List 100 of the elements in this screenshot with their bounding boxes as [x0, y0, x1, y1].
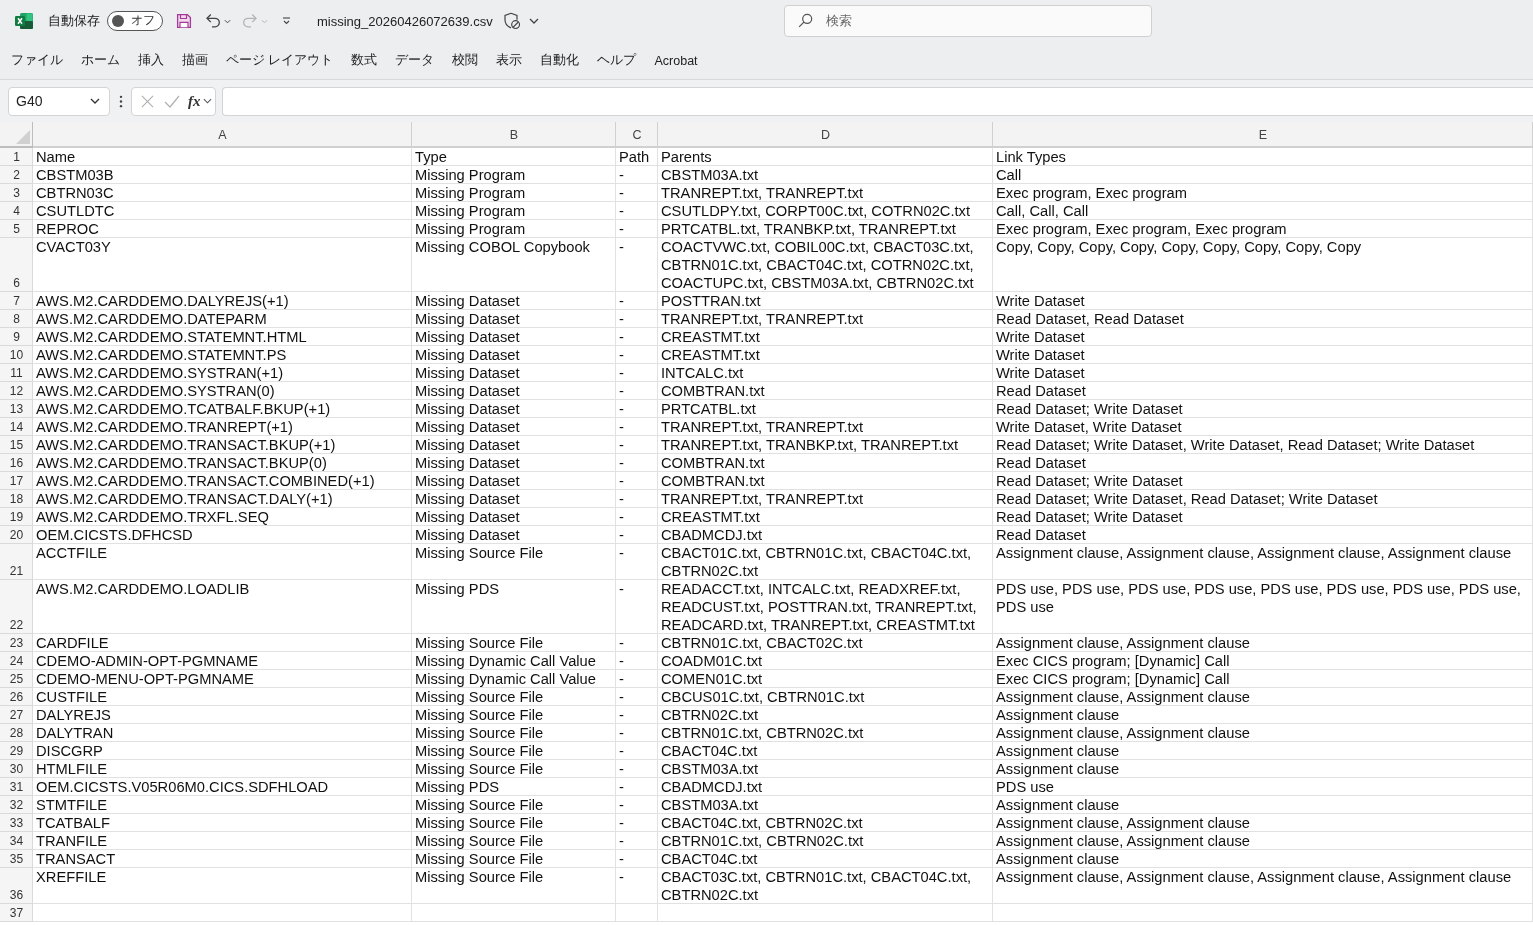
row-header[interactable]: 14	[0, 418, 33, 436]
row-header[interactable]: 17	[0, 472, 33, 490]
row-header[interactable]: 24	[0, 652, 33, 670]
row-header[interactable]: 25	[0, 670, 33, 688]
table-cell: Missing Source File	[412, 634, 616, 652]
table-cell: AWS.M2.CARDDEMO.STATEMNT.PS	[33, 346, 412, 364]
caret-icon	[202, 98, 212, 104]
row-header[interactable]: 21	[0, 544, 33, 580]
column-header[interactable]: C	[616, 122, 658, 148]
table-cell: CREASTMT.txt	[658, 508, 993, 526]
table-cell: PDS use, PDS use, PDS use, PDS use, PDS use, PDS use, PDS use, PDS use, PDS use	[993, 580, 1533, 634]
row-header[interactable]: 16	[0, 454, 33, 472]
table-cell: PRTCATBL.txt	[658, 400, 993, 418]
ribbon-tab[interactable]: 描画	[173, 46, 217, 77]
row-header[interactable]: 12	[0, 382, 33, 400]
table-cell: STMTFILE	[33, 796, 412, 814]
empty-cell	[616, 904, 658, 922]
row-header[interactable]: 2	[0, 166, 33, 184]
table-cell: CSUTLDPY.txt, CORPT00C.txt, COTRN02C.txt	[658, 202, 993, 220]
row-header[interactable]: 18	[0, 490, 33, 508]
row-header[interactable]: 5	[0, 220, 33, 238]
table-cell: AWS.M2.CARDDEMO.TRANSACT.BKUP(+1)	[33, 436, 412, 454]
toggle-switch[interactable]: オフ	[107, 11, 163, 31]
row-header[interactable]: 36	[0, 868, 33, 904]
search-field[interactable]: 検索	[784, 5, 1152, 37]
table-cell: COADM01C.txt	[658, 652, 993, 670]
table-cell: Call	[993, 166, 1533, 184]
row-header[interactable]: 37	[0, 904, 33, 922]
row-header[interactable]: 26	[0, 688, 33, 706]
table-cell: -	[616, 490, 658, 508]
ribbon-tab[interactable]: 自動化	[531, 46, 589, 77]
row-header[interactable]: 22	[0, 580, 33, 634]
row-header[interactable]: 19	[0, 508, 33, 526]
ribbon-tab[interactable]: ヘルプ	[588, 46, 646, 77]
row-header[interactable]: 8	[0, 310, 33, 328]
table-cell: Exec program, Exec program, Exec program	[993, 220, 1533, 238]
table-cell: COMEN01C.txt	[658, 670, 993, 688]
ribbon-tab[interactable]: 表示	[487, 46, 532, 77]
table-cell: CBACT04C.txt	[658, 742, 993, 760]
table-cell: -	[616, 238, 658, 292]
row-header[interactable]: 34	[0, 832, 33, 850]
row-header[interactable]: 27	[0, 706, 33, 724]
caret-icon	[90, 98, 100, 104]
table-cell: -	[616, 310, 658, 328]
ribbon-tab[interactable]: 数式	[342, 46, 387, 77]
row-header[interactable]: 20	[0, 526, 33, 544]
row-header[interactable]: 1	[0, 148, 33, 166]
ribbon-tab[interactable]: Acrobat	[645, 46, 707, 77]
table-cell: CDEMO-MENU-OPT-PGMNAME	[33, 670, 412, 688]
table-cell: CREASTMT.txt	[658, 346, 993, 364]
row-header[interactable]: 29	[0, 742, 33, 760]
ribbon-tab[interactable]: データ	[386, 46, 444, 77]
row-header[interactable]: 35	[0, 850, 33, 868]
row-header[interactable]: 23	[0, 634, 33, 652]
row-header[interactable]: 11	[0, 364, 33, 382]
column-header[interactable]: B	[412, 122, 616, 148]
table-cell: CBSTM03A.txt	[658, 796, 993, 814]
caret-icon	[528, 18, 539, 24]
row-header[interactable]: 4	[0, 202, 33, 220]
table-cell: Missing Dataset	[412, 418, 616, 436]
vertical-dots-icon[interactable]	[119, 94, 123, 108]
row-header[interactable]: 13	[0, 400, 33, 418]
column-header[interactable]: D	[658, 122, 993, 148]
row-header[interactable]: 31	[0, 778, 33, 796]
table-cell: CBTRN02C.txt	[658, 706, 993, 724]
table-cell: AWS.M2.CARDDEMO.TRANSACT.DALY(+1)	[33, 490, 412, 508]
row-header[interactable]: 15	[0, 436, 33, 454]
formula-input[interactable]	[222, 86, 1533, 116]
name-box[interactable]: G40	[8, 86, 110, 116]
table-cell: Assignment clause	[993, 796, 1533, 814]
ribbon-tab[interactable]: 校閲	[443, 46, 488, 77]
table-cell: Assignment clause	[993, 850, 1533, 868]
table-cell: CBTRN01C.txt, CBACT02C.txt	[658, 634, 993, 652]
table-cell: DISCGRP	[33, 742, 412, 760]
autosave-label: 自動保存	[48, 12, 100, 30]
table-cell: Missing Source File	[412, 832, 616, 850]
row-header[interactable]: 33	[0, 814, 33, 832]
table-cell: POSTTRAN.txt	[658, 292, 993, 310]
table-cell: Missing Source File	[412, 760, 616, 778]
row-header[interactable]: 32	[0, 796, 33, 814]
row-header[interactable]: 6	[0, 238, 33, 292]
row-header[interactable]: 7	[0, 292, 33, 310]
column-header[interactable]: A	[33, 122, 412, 148]
ribbon-tab[interactable]: ファイル	[2, 46, 72, 77]
table-cell: -	[616, 850, 658, 868]
table-cell: -	[616, 832, 658, 850]
row-header[interactable]: 28	[0, 724, 33, 742]
ribbon-tab[interactable]: 挿入	[129, 46, 173, 77]
ribbon-tab[interactable]: ページ レイアウト	[217, 46, 343, 77]
row-header[interactable]: 3	[0, 184, 33, 202]
table-cell: PDS use	[993, 778, 1533, 796]
table-cell: Missing Dataset	[412, 400, 616, 418]
column-header[interactable]: E	[993, 122, 1533, 148]
row-header[interactable]: 30	[0, 760, 33, 778]
row-header[interactable]: 9	[0, 328, 33, 346]
table-cell: Assignment clause	[993, 742, 1533, 760]
row-header[interactable]: 10	[0, 346, 33, 364]
table-cell: AWS.M2.CARDDEMO.TCATBALF.BKUP(+1)	[33, 400, 412, 418]
ribbon-tab[interactable]: ホーム	[72, 46, 129, 77]
table-cell: CDEMO-ADMIN-OPT-PGMNAME	[33, 652, 412, 670]
